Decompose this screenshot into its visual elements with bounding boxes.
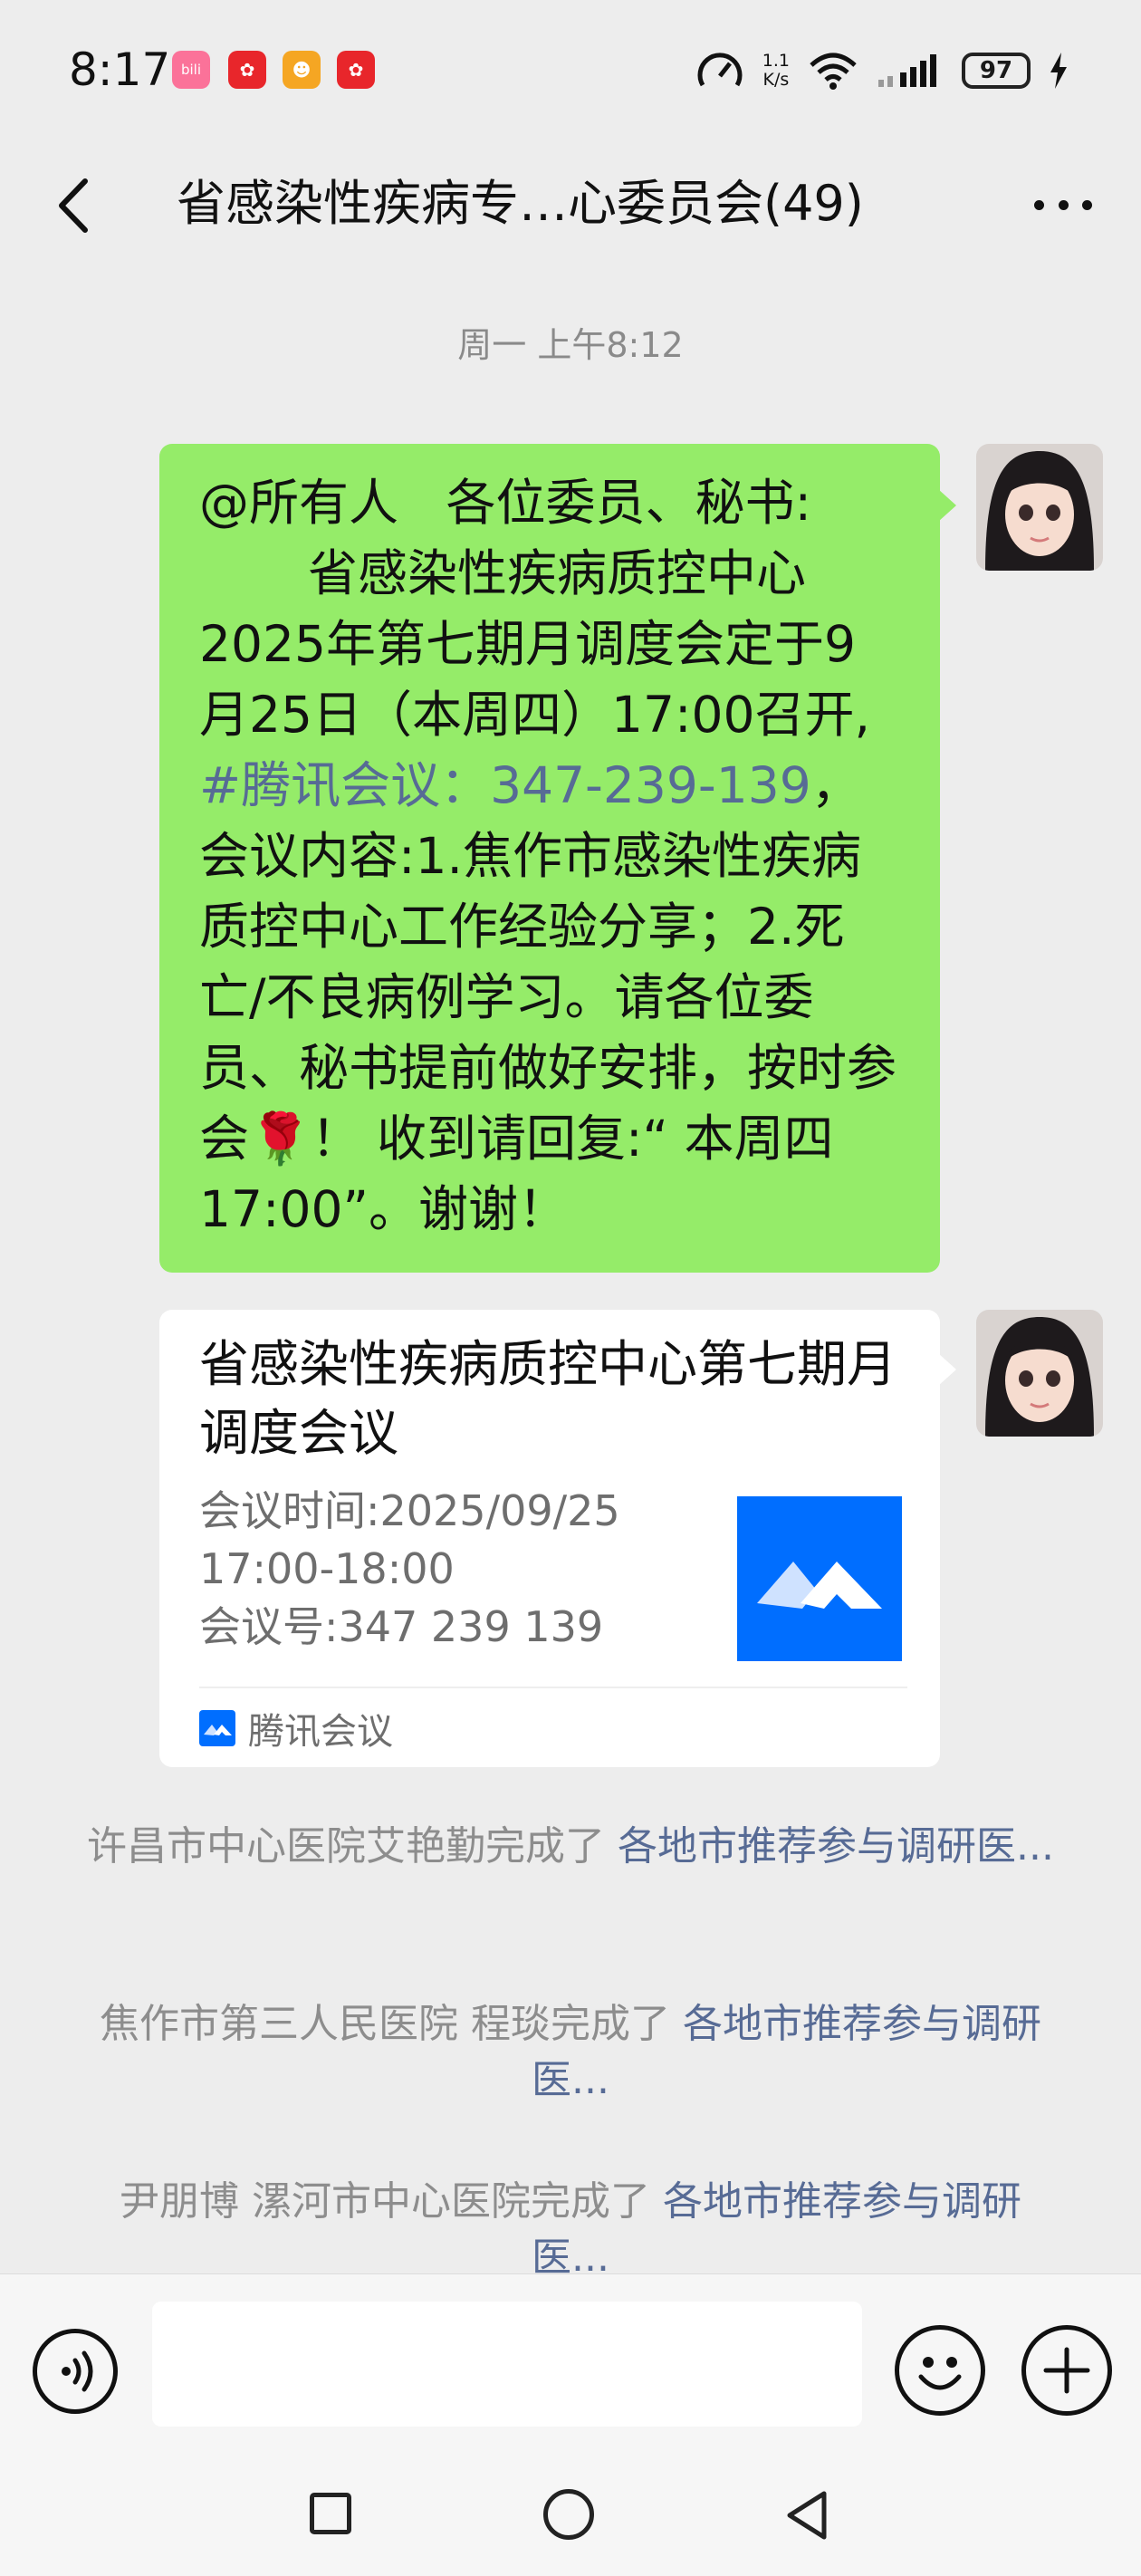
recent-apps-button[interactable] [310,2493,351,2534]
message-input[interactable] [152,2302,862,2427]
avatar-portrait-icon [976,444,1103,571]
net-speed: 1.1 K/s [762,52,790,90]
signal-icon [878,54,936,87]
dot-icon [1058,199,1069,210]
system-notice: 尹朋博 漯河市中心医院完成了 各地市推荐参与调研医... [82,2174,1060,2286]
system-notice: 焦作市第三人民医院 程琰完成了 各地市推荐参与调研医... [82,1996,1060,2109]
status-bar: 8:17 bili ✿ ☻ ✿ 1.1 K/s 97 [0,0,1141,136]
meeting-time-range: 17:00-18:00 [199,1544,455,1593]
tencent-meeting-small-icon [199,1710,235,1746]
app-red-icon-2: ✿ [337,51,375,89]
bubble-tail [938,489,956,522]
avatar-portrait-icon [976,1310,1103,1437]
greeting-text: 各位委员、秘书: [446,474,811,532]
meeting-id: 会议号:347 239 139 [199,1602,604,1651]
charging-icon [1050,53,1067,89]
plus-icon [1043,2347,1090,2394]
net-speed-unit: K/s [762,70,790,90]
speedometer-icon [697,53,743,87]
system-nav-bar [0,2437,1141,2576]
notice-text: 许昌市中心医院艾艳勤完成了 [87,1823,618,1870]
nav-back-icon[interactable] [782,2489,831,2542]
app-red-icon-1: ✿ [228,51,266,89]
tencent-meeting-logo-icon [737,1496,902,1661]
rose-emoji-icon: 🌹 [249,1110,312,1168]
system-notice: 许昌市中心医院艾艳勤完成了 各地市推荐参与调研医... [82,1819,1060,1875]
more-functions-button[interactable] [1021,2325,1112,2416]
app-monkey-icon: ☻ [283,51,321,89]
dot-icon [1034,199,1044,210]
input-bar [0,2273,1141,2437]
voice-wave-icon [62,2350,93,2392]
tencent-meeting-link[interactable]: #腾讯会议：347-239-139 [199,756,811,814]
card-tail [938,1353,956,1386]
meeting-source-label: 腾讯会议 [248,1711,393,1753]
message-bubble[interactable]: @所有人 各位委员、秘书: 省感染性疾病质控中心2025年第七期月调度会定于9月… [159,444,940,1273]
emoji-button[interactable] [895,2325,985,2416]
net-speed-value: 1.1 [762,51,790,71]
mention-all[interactable]: @所有人 [199,474,398,532]
meeting-card[interactable]: 省感染性疾病质控中心第七期月调度会议 会议时间:2025/09/25 17:00… [159,1310,940,1767]
home-button[interactable] [543,2489,594,2540]
meeting-card-footer: 腾讯会议 [199,1701,393,1755]
meeting-card-title: 省感染性疾病质控中心第七期月调度会议 [199,1335,897,1462]
avatar[interactable] [976,444,1103,571]
more-options-button[interactable] [1027,179,1099,230]
meeting-card-info: 会议时间:2025/09/25 17:00-18:00 会议号:347 239 … [199,1482,620,1656]
wifi-icon [810,53,857,90]
voice-input-button[interactable] [33,2329,118,2414]
smiley-icon [918,2357,962,2390]
dot-icon [1082,199,1092,210]
status-icons: 1.1 K/s 97 [695,43,1069,98]
notice-text: 尹朋博 漯河市中心医院完成了 [120,2178,663,2225]
avatar[interactable] [976,1310,1103,1437]
card-divider [199,1687,907,1688]
time-separator: 周一 上午8:12 [457,325,684,365]
clock: 8:17 [69,43,171,96]
notice-text: 焦作市第三人民医院 程琰完成了 [100,2001,683,2047]
back-arrow-icon[interactable] [49,174,103,237]
notice-link[interactable]: 各地市推荐参与调研医... [618,1823,1054,1870]
chat-header: 省感染性疾病专…心委员会(49) [0,136,1141,272]
message-body-2: ，会议内容:1.焦作市感染性疾病质控中心工作经验分享；2.死亡/不良病例学习。请… [199,756,897,1168]
meeting-time: 会议时间:2025/09/25 [199,1486,620,1535]
chat-title: 省感染性疾病专…心委员会(49) [177,175,864,232]
message-body-1: 省感染性疾病质控中心2025年第七期月调度会定于9月25日（本周四）17:00召… [199,544,870,744]
bilibili-icon: bili [172,51,210,89]
battery-indicator: 97 [962,53,1031,89]
